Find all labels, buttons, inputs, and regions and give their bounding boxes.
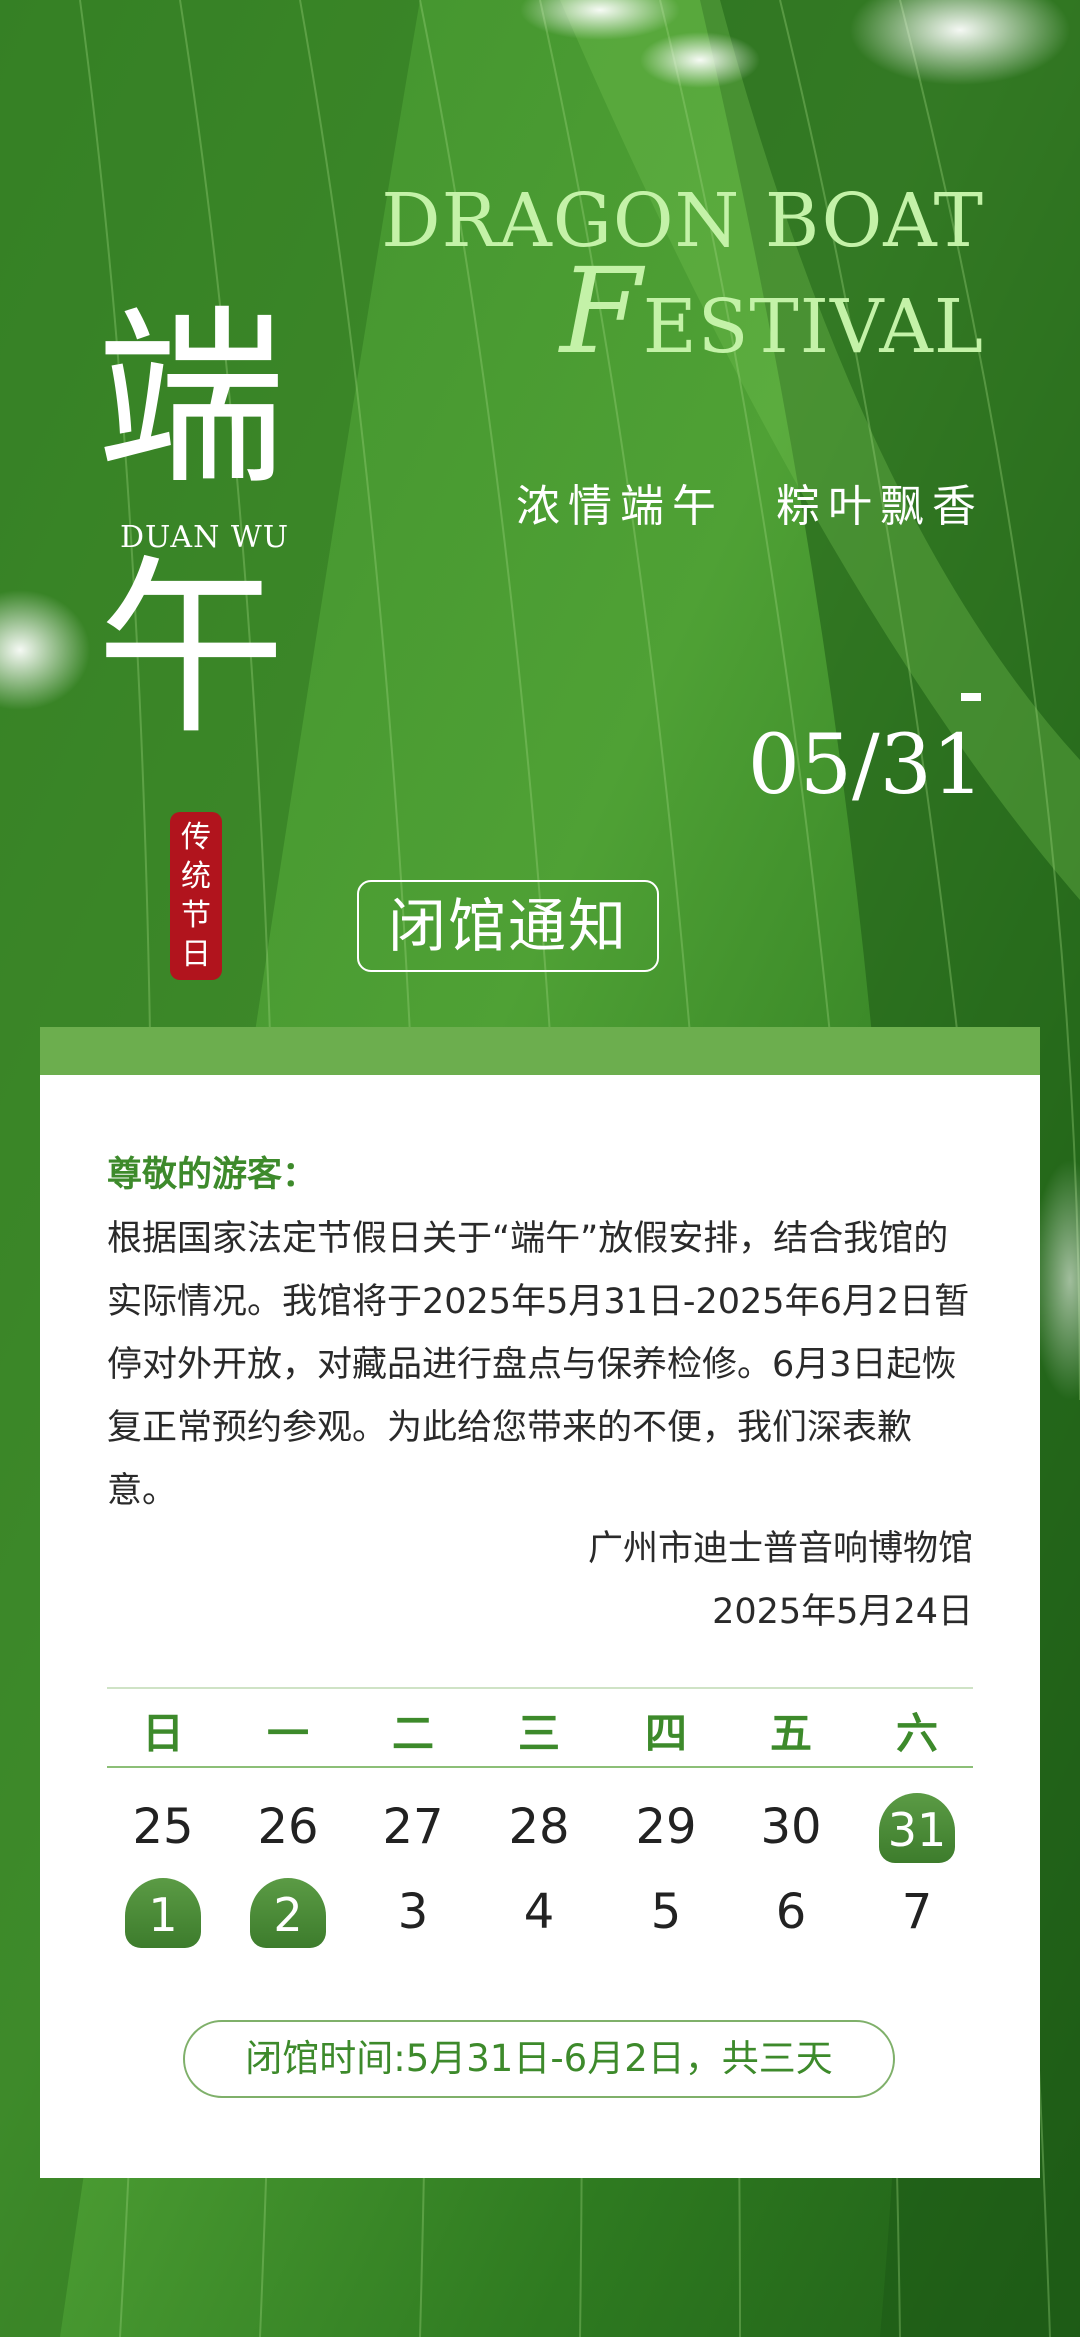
weekday-sun: 日 [141, 1709, 184, 1758]
calendar-day: 28 [508, 1799, 570, 1855]
title-char-wu: 午 [96, 539, 287, 760]
calendar-top-divider [107, 1687, 973, 1689]
notice-body: 根据国家法定节假日关于“端午”放假安排，结合我馆的实际情况。我馆将于2025年5… [107, 1219, 970, 1511]
festival-date: 05/31 [747, 718, 984, 813]
title-line-1: DRAGON BOAT [381, 178, 984, 264]
calendar-day-highlighted: 31 [855, 1793, 979, 1863]
calendar-day: 30 [760, 1799, 822, 1855]
signature: 广州市迪士普音响博物馆 2025年5月24日 [588, 1518, 973, 1644]
greeting: 尊敬的游客： [107, 1155, 318, 1195]
weekday-fri: 五 [769, 1709, 812, 1758]
weekday-sat: 六 [895, 1709, 938, 1758]
weekday-thu: 四 [644, 1709, 687, 1758]
calendar-day: 25 [132, 1799, 194, 1855]
weekday-mon: 一 [266, 1709, 309, 1758]
closing-time-pill: 闭馆时间:5月31日-6月2日，共三天 [183, 2020, 895, 2098]
date-dash [961, 693, 981, 701]
title-line-2-rest: ESTIVAL [642, 284, 984, 370]
calendar-day: 6 [775, 1884, 807, 1940]
title-decorative-letter: F [559, 242, 643, 380]
calendar-day: 7 [901, 1884, 933, 1940]
signature-date: 2025年5月24日 [712, 1592, 973, 1632]
calendar-day: 29 [635, 1799, 697, 1855]
weekday-tue: 二 [391, 1709, 434, 1758]
calendar-day-highlighted: 1 [101, 1878, 225, 1948]
calendar-header-divider [107, 1766, 973, 1768]
calendar-day: 4 [523, 1884, 555, 1940]
zongzi-day-marker: 2 [250, 1878, 326, 1948]
slogan: 浓情端午 粽叶飘香 [516, 481, 984, 532]
card-header-bar [40, 1027, 1040, 1075]
calendar-day: 5 [650, 1884, 682, 1940]
zongzi-day-marker: 31 [879, 1793, 955, 1863]
zongzi-day-marker: 1 [125, 1878, 201, 1948]
festival-title-en: DRAGON BOAT FESTIVAL [381, 178, 984, 370]
weekday-wed: 三 [517, 1709, 560, 1758]
closure-notice-title: 闭馆通知 [357, 880, 659, 972]
title-char-duan: 端 [96, 289, 287, 510]
calendar-day: 27 [382, 1799, 444, 1855]
calendar-day-highlighted: 2 [226, 1878, 350, 1948]
title-line-2: FESTIVAL [381, 252, 984, 370]
calendar-day: 26 [257, 1799, 319, 1855]
traditional-festival-seal: 传统节日 [170, 812, 222, 980]
calendar-day: 3 [397, 1884, 429, 1940]
signature-org: 广州市迪士普音响博物馆 [587, 1529, 973, 1569]
